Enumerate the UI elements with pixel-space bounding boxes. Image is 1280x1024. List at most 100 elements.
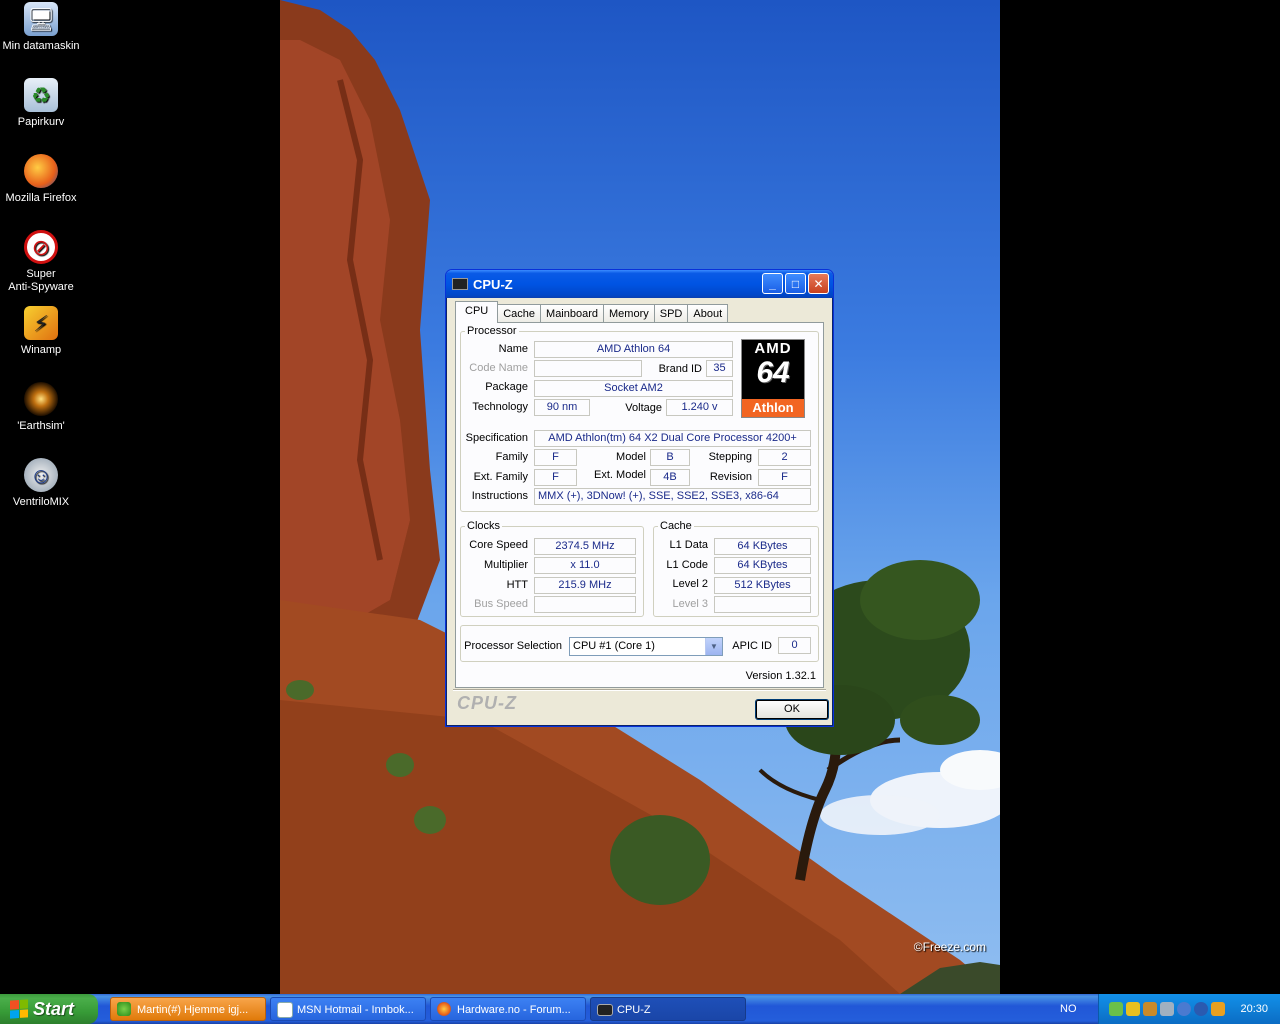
processor-selection-dropdown[interactable]: CPU #1 (Core 1) ▼ [569, 637, 723, 656]
tab-memory[interactable]: Memory [603, 304, 655, 323]
desktop-icon-antispyware[interactable]: ⊘ Super Anti-Spyware [0, 230, 82, 294]
cpuz-window: CPU-Z _ □ ✕ CPU Cache Mainboard Memory S… [445, 269, 834, 727]
desktop-icon-label: Super Anti-Spyware [8, 268, 74, 293]
technology-value: 90 nm [534, 399, 590, 416]
revision-label: Revision [709, 471, 752, 483]
name-label: Name [498, 343, 528, 355]
ventrilo-icon: ☺ [24, 458, 58, 492]
tab-about[interactable]: About [687, 304, 729, 323]
l1-data-label: L1 Data [669, 539, 708, 551]
technology-label: Technology [472, 401, 528, 413]
processor-selection-label: Processor Selection [464, 640, 562, 652]
language-indicator[interactable]: NO [1060, 994, 1077, 1024]
wallpaper-credit: ©Freeze.com [913, 940, 986, 954]
recycle-bin-icon: ♻ [24, 78, 58, 112]
shield-icon[interactable] [1126, 1002, 1140, 1016]
globe-icon[interactable] [1194, 1002, 1208, 1016]
msn-messenger-icon [117, 1002, 131, 1016]
cpu-tab-panel: Processor Name AMD Athlon 64 Code Name B… [455, 322, 824, 688]
taskbar: Start Martin(#) Hjemme igj... MSN Hotmai… [0, 994, 1280, 1024]
minimize-button[interactable]: _ [762, 273, 783, 294]
codename-value [534, 360, 642, 377]
tab-mainboard[interactable]: Mainboard [540, 304, 605, 323]
clocks-legend: Clocks [467, 520, 501, 532]
htt-label: HTT [506, 579, 528, 591]
desktop-icon-label: Winamp [20, 344, 62, 356]
earthsim-icon [24, 382, 58, 416]
tab-strip: CPU Cache Mainboard Memory SPD About [455, 301, 729, 323]
volume-icon[interactable] [1160, 1002, 1174, 1016]
taskbar-item-msn-chat[interactable]: Martin(#) Hjemme igj... [110, 997, 266, 1021]
clock[interactable]: 20:30 [1240, 994, 1268, 1024]
package-value: Socket AM2 [534, 380, 733, 397]
firefox-icon [437, 1002, 451, 1016]
level3-value [714, 596, 811, 613]
cpu-chip-icon [452, 278, 468, 290]
level2-label: Level 2 [672, 578, 708, 590]
apic-id-label: APIC ID [732, 640, 772, 652]
start-button[interactable]: Start [0, 994, 98, 1024]
desktop-icon-firefox[interactable]: Mozilla Firefox [0, 154, 82, 205]
desktop-icon-computer[interactable]: 🖥 Min datamaskin [0, 2, 82, 53]
tab-cache[interactable]: Cache [497, 304, 542, 323]
instructions-value: MMX (+), 3DNow! (+), SSE, SSE2, SSE3, x8… [534, 488, 811, 505]
model-label: Model [616, 451, 646, 463]
revision-value: F [758, 469, 811, 486]
desktop-icon-label: Min datamaskin [2, 40, 80, 52]
taskbar-item-label: Martin(#) Hjemme igj... [137, 1004, 249, 1016]
tab-cpu[interactable]: CPU [455, 301, 499, 323]
tab-spd[interactable]: SPD [653, 304, 689, 323]
maximize-button[interactable]: □ [785, 273, 806, 294]
msn-tray-icon[interactable] [1109, 1002, 1123, 1016]
processor-legend: Processor [467, 325, 517, 337]
taskbar-item-label: Hardware.no - Forum... [457, 1004, 571, 1016]
title-bar[interactable]: CPU-Z _ □ ✕ [446, 270, 833, 298]
version-label: Version 1.32.1 [745, 670, 816, 682]
desktop-icon-label: Mozilla Firefox [5, 192, 77, 204]
desktop-icon-label: VentriloMIX [12, 496, 70, 508]
processor-selection-value: CPU #1 (Core 1) [573, 640, 655, 652]
l1-data-value: 64 KBytes [714, 538, 811, 555]
desktop-icon-winamp[interactable]: ⚡ Winamp [0, 306, 82, 357]
taskbar-item-hotmail[interactable]: MSN Hotmail - Innbok... [270, 997, 426, 1021]
l1-code-label: L1 Code [666, 559, 708, 571]
winamp-tray-icon[interactable] [1211, 1002, 1225, 1016]
stepping-value: 2 [758, 449, 811, 466]
footer-separator [453, 689, 826, 691]
info-icon[interactable] [1177, 1002, 1191, 1016]
name-value: AMD Athlon 64 [534, 341, 733, 358]
bus-speed-value [534, 596, 636, 613]
desktop-icon-earthsim[interactable]: 'Earthsim' [0, 382, 82, 433]
spec-value: AMD Athlon(tm) 64 X2 Dual Core Processor… [534, 430, 811, 447]
taskbar-item-label: MSN Hotmail - Innbok... [297, 1004, 414, 1016]
brandid-label: Brand ID [658, 363, 702, 375]
taskbar-item-hardware-forum[interactable]: Hardware.no - Forum... [430, 997, 586, 1021]
voltage-value: 1.240 v [666, 399, 733, 416]
model-value: B [650, 449, 690, 466]
desktop-icon-recycle-bin[interactable]: ♻ Papirkurv [0, 78, 82, 129]
desktop-icon-label: 'Earthsim' [17, 420, 65, 432]
extmodel-label: Ext. Model [594, 469, 646, 481]
computer-icon: 🖥 [24, 2, 58, 36]
ok-button[interactable]: OK [755, 699, 829, 720]
family-label: Family [495, 451, 528, 463]
apic-id-value: 0 [778, 637, 811, 654]
close-button[interactable]: ✕ [808, 273, 829, 294]
chevron-down-icon[interactable]: ▼ [705, 638, 722, 655]
brandid-value: 35 [706, 360, 733, 377]
family-value: F [534, 449, 577, 466]
taskbar-item-label: CPU-Z [617, 1004, 651, 1016]
minimize-icon: _ [769, 276, 776, 291]
desktop-icon-label: Papirkurv [17, 116, 65, 128]
antispyware-icon: ⊘ [24, 230, 58, 264]
multiplier-label: Multiplier [483, 559, 528, 571]
logo-64-text: 64 [756, 356, 790, 389]
logo-athlon-text: Athlon [742, 399, 804, 417]
close-icon: ✕ [813, 276, 824, 291]
package-label: Package [485, 381, 528, 393]
instructions-label: Instructions [471, 490, 528, 502]
desktop-icon-ventrilo[interactable]: ☺ VentriloMIX [0, 458, 82, 509]
network-icon[interactable] [1143, 1002, 1157, 1016]
amd-athlon64-logo: AMD 64 Athlon [741, 339, 805, 418]
taskbar-item-cpuz[interactable]: CPU-Z [590, 997, 746, 1021]
